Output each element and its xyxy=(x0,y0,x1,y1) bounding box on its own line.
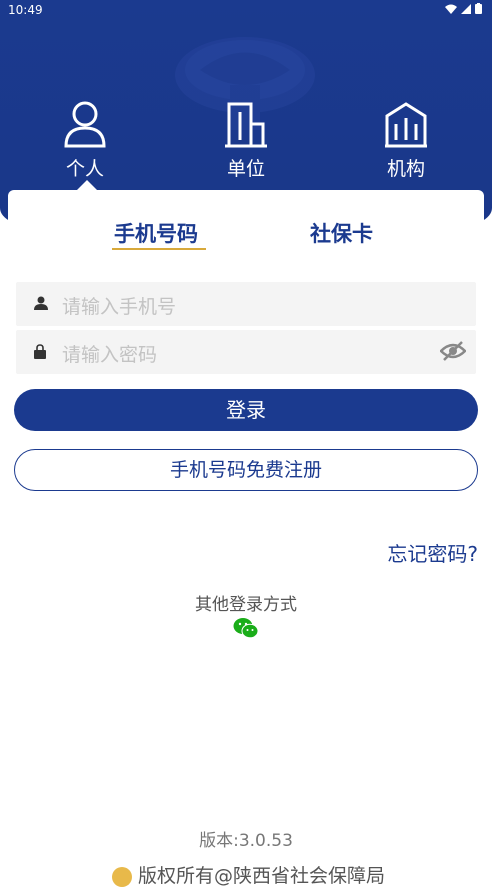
user-icon xyxy=(34,296,48,310)
lock-icon xyxy=(34,344,46,359)
password-field[interactable]: 请输入密码 xyxy=(16,330,476,374)
user-type-label: 机构 xyxy=(386,158,425,180)
selected-pointer xyxy=(77,180,97,190)
tab-social-card[interactable]: 社保卡 xyxy=(310,218,373,248)
wifi-icon xyxy=(445,4,457,14)
user-type-institution[interactable]: 机构 xyxy=(356,100,456,181)
copyright-label: 版权所有@陕西省社会保障局 xyxy=(138,865,386,887)
signal-icon xyxy=(461,3,471,14)
tab-phone[interactable]: 手机号码 xyxy=(114,218,198,248)
user-type-company[interactable]: 单位 xyxy=(196,100,296,181)
phone-field[interactable]: 请输入手机号 xyxy=(16,282,476,326)
login-button[interactable]: 登录 xyxy=(14,389,478,431)
battery-icon xyxy=(475,3,482,14)
copyright-logo-icon xyxy=(112,866,132,887)
tab-active-underline xyxy=(112,248,206,250)
version-text: 版本:3.0.53 xyxy=(199,831,293,851)
register-button[interactable]: 手机号码免费注册 xyxy=(14,449,478,491)
other-login-label: 其他登录方式 xyxy=(195,595,297,615)
forgot-password-link[interactable]: 忘记密码? xyxy=(387,538,478,567)
institution-icon xyxy=(385,102,427,148)
status-bar: 10:49 xyxy=(0,0,492,22)
status-icons xyxy=(445,3,482,14)
status-time: 10:49 xyxy=(8,3,43,17)
building-icon xyxy=(225,102,267,148)
user-type-label: 个人 xyxy=(65,158,104,180)
password-input[interactable]: 请输入密码 xyxy=(62,340,157,367)
user-type-personal[interactable]: 个人 xyxy=(35,100,135,181)
person-icon xyxy=(64,101,106,148)
phone-input[interactable]: 请输入手机号 xyxy=(62,292,176,319)
eye-off-icon[interactable] xyxy=(440,340,466,362)
wechat-icon[interactable] xyxy=(233,617,259,639)
user-type-label: 单位 xyxy=(226,158,265,180)
